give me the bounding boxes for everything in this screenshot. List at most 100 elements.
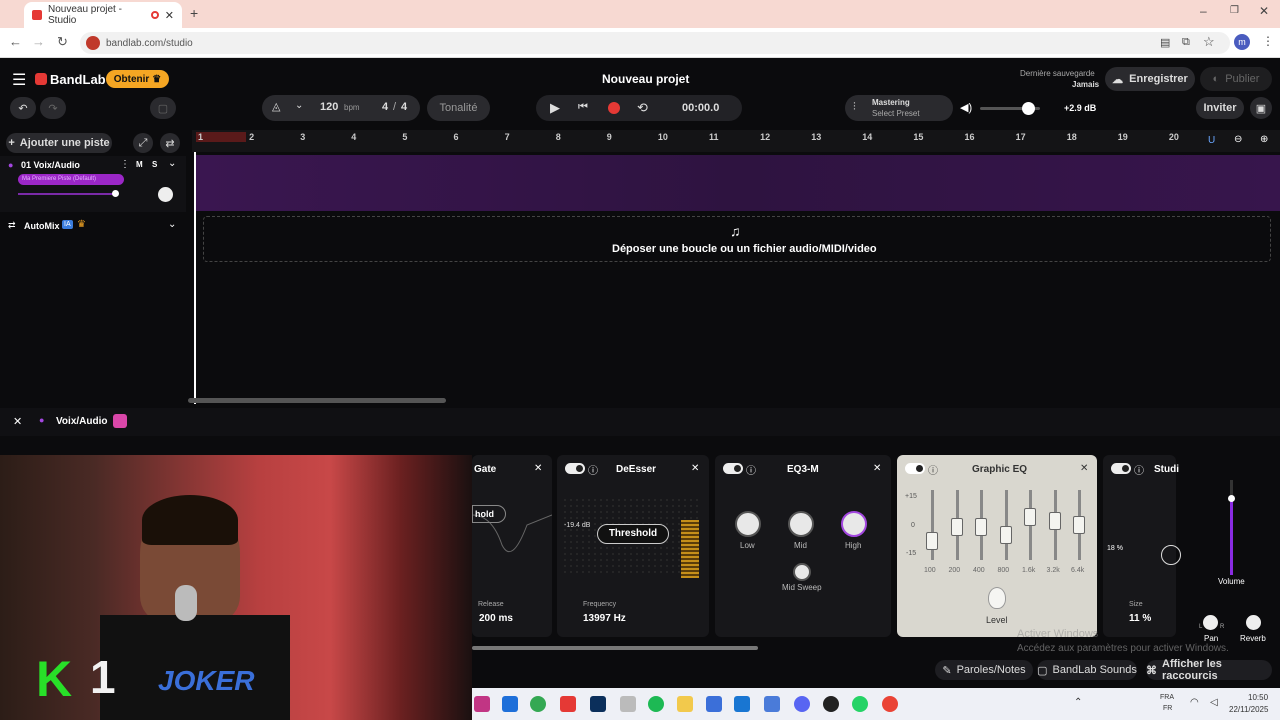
automix-expand-icon[interactable]: ⌄ <box>168 219 176 230</box>
deesser-band[interactable] <box>681 520 699 578</box>
close-tab-icon[interactable]: ✕ <box>165 9 174 22</box>
solo-button[interactable]: S <box>152 160 157 169</box>
url-field[interactable]: bandlab.com/studio <box>80 32 1230 54</box>
reload-icon[interactable]: ↻ <box>57 34 68 50</box>
track-row[interactable]: ● 01 Voix/Audio ⋮ M S ⌄ Ma Premiere Pist… <box>0 156 186 212</box>
deesser-close-icon[interactable]: ✕ <box>691 463 699 474</box>
steam-icon[interactable] <box>823 696 839 712</box>
instagram-icon[interactable] <box>474 696 490 712</box>
photoshop-icon[interactable] <box>590 696 606 712</box>
pan-knob[interactable] <box>1203 615 1218 630</box>
geq-band-handle[interactable] <box>999 526 1012 544</box>
geq-band-handle[interactable] <box>1073 516 1085 534</box>
channel-volume-thumb[interactable] <box>1228 495 1235 502</box>
file-explorer-icon[interactable] <box>677 696 693 712</box>
tray-chevron-icon[interactable]: ⌃ <box>1074 697 1082 708</box>
speaker-icon[interactable]: ◀) <box>960 101 972 114</box>
expand-track-icon[interactable]: ⌄ <box>168 158 176 169</box>
geq-toggle[interactable] <box>905 463 925 474</box>
new-tab-icon[interactable]: + <box>190 5 198 21</box>
time-signature-num[interactable]: 4 <box>382 101 388 113</box>
project-title[interactable]: Nouveau projet <box>602 72 689 86</box>
site-info-icon[interactable] <box>86 36 100 50</box>
studio-size-value[interactable]: 11 % <box>1129 613 1151 624</box>
clock-time[interactable]: 10:50 <box>1248 693 1268 702</box>
track-volume-thumb[interactable] <box>112 190 119 197</box>
track-menu-icon[interactable]: ⋮ <box>120 159 130 170</box>
geq-band-handle[interactable] <box>1048 512 1061 530</box>
save-button[interactable]: ☁ Enregistrer <box>1105 67 1195 91</box>
zoom-in-icon[interactable]: ⊕ <box>1260 134 1268 145</box>
studio-info-icon[interactable]: ⓘ <box>1134 462 1144 477</box>
spotify-icon[interactable] <box>648 696 664 712</box>
drop-zone[interactable]: ♫ Déposer une boucle ou un fichier audio… <box>203 216 1271 262</box>
tempo-value[interactable]: 120 <box>320 101 338 113</box>
lang-line1[interactable]: FRA <box>1160 694 1174 701</box>
eq3-low-knob[interactable] <box>735 511 761 537</box>
photos-icon[interactable] <box>764 696 780 712</box>
record-icon[interactable] <box>608 102 620 114</box>
deesser-info-icon[interactable]: ⓘ <box>588 462 598 477</box>
publish-button[interactable]: ◐ Publier <box>1200 67 1272 91</box>
reading-mode-icon[interactable]: ▤ <box>1160 36 1170 49</box>
loop-icon[interactable]: ⟲ <box>637 100 648 116</box>
geq-band-fader[interactable] <box>1004 490 1008 560</box>
deesser-threshold-button[interactable]: Threshold <box>597 524 669 544</box>
track-volume-slider[interactable] <box>18 190 119 197</box>
share-icon[interactable]: ▣ <box>1250 97 1272 119</box>
back-icon[interactable]: ← <box>9 34 22 49</box>
bandlab-sounds-button[interactable]: ▢ BandLab Sounds <box>1037 660 1137 680</box>
profile-avatar[interactable]: m <box>1234 34 1250 50</box>
geq-band-handle[interactable] <box>975 518 987 536</box>
geq-band-handle[interactable] <box>1024 508 1036 526</box>
gate-release-value[interactable]: 200 ms <box>479 613 513 624</box>
eq3-close-icon[interactable]: ✕ <box>873 463 881 474</box>
fx-scrollbar[interactable] <box>472 646 758 650</box>
add-track-button[interactable]: + Ajouter une piste <box>6 133 112 153</box>
eq3-info-icon[interactable]: ⓘ <box>746 462 756 477</box>
skip-back-icon[interactable]: ⏮ <box>578 101 588 114</box>
studio-toggle[interactable] <box>1111 463 1131 474</box>
bookmark-app-icon[interactable] <box>706 696 722 712</box>
master-volume-thumb[interactable] <box>1022 102 1035 115</box>
mute-button[interactable]: M <box>136 160 143 169</box>
metronome-icon[interactable]: ◬ <box>272 100 280 113</box>
horizontal-scrollbar[interactable] <box>188 398 446 403</box>
eq3-high-knob[interactable] <box>841 511 867 537</box>
maximize-icon[interactable]: ❐ <box>1230 5 1239 16</box>
zoom-out-icon[interactable]: ⊖ <box>1234 134 1242 145</box>
install-app-icon[interactable]: ⧉ <box>1182 36 1190 49</box>
close-fx-icon[interactable]: ✕ <box>13 415 22 428</box>
track-pan-knob[interactable] <box>158 187 173 202</box>
automix-row[interactable]: ⇄ AutoMix IA ♛ ⌄ <box>0 218 186 234</box>
browser-tab[interactable]: Nouveau projet - Studio ✕ <box>24 2 182 28</box>
metronome-dropdown-icon[interactable]: ⌄ <box>295 100 303 111</box>
browser-menu-icon[interactable]: ⋮ <box>1262 34 1274 48</box>
fx-preset-icon[interactable] <box>113 414 127 428</box>
reverb-knob[interactable] <box>1246 615 1261 630</box>
track-settings-button[interactable]: ⇄ <box>160 133 180 153</box>
sampler-button[interactable]: ▢ <box>150 97 176 119</box>
whatsapp-icon[interactable] <box>852 696 868 712</box>
file-icon[interactable] <box>620 696 636 712</box>
volume-tray-icon[interactable]: ◁ <box>1210 697 1218 708</box>
get-membership-button[interactable]: Obtenir ♛ <box>106 70 169 88</box>
eq3-toggle[interactable] <box>723 463 743 474</box>
track-name[interactable]: 01 Voix/Audio <box>21 160 80 170</box>
network-icon[interactable]: ◠ <box>1190 697 1199 708</box>
close-window-icon[interactable]: ✕ <box>1259 4 1269 18</box>
lyrics-button[interactable]: ✎ Paroles/Notes <box>935 660 1033 680</box>
timeline-ruler[interactable]: 1 2 3 4 5 6 7 8 9 10 11 12 13 14 15 16 17 18 19 20 U ⊖ ⊕ <box>192 130 1280 152</box>
geq-close-icon[interactable]: ✕ <box>1080 463 1088 474</box>
tools-button[interactable]: ⤢ <box>133 133 153 153</box>
windows-start-icon[interactable] <box>502 696 518 712</box>
discord-icon[interactable] <box>794 696 810 712</box>
studio-dial[interactable] <box>1161 545 1181 565</box>
effects-chain-badge[interactable]: Ma Premiere Piste (Default) <box>18 174 124 185</box>
invite-button[interactable]: Inviter <box>1196 97 1244 119</box>
youtube-icon[interactable] <box>560 696 576 712</box>
geq-level-knob[interactable] <box>988 587 1006 609</box>
eq3-mid-sweep-knob[interactable] <box>793 563 811 581</box>
mastering-button[interactable]: ⫶ Mastering Select Preset <box>845 95 953 121</box>
hamburger-menu-icon[interactable]: ☰ <box>12 70 26 90</box>
